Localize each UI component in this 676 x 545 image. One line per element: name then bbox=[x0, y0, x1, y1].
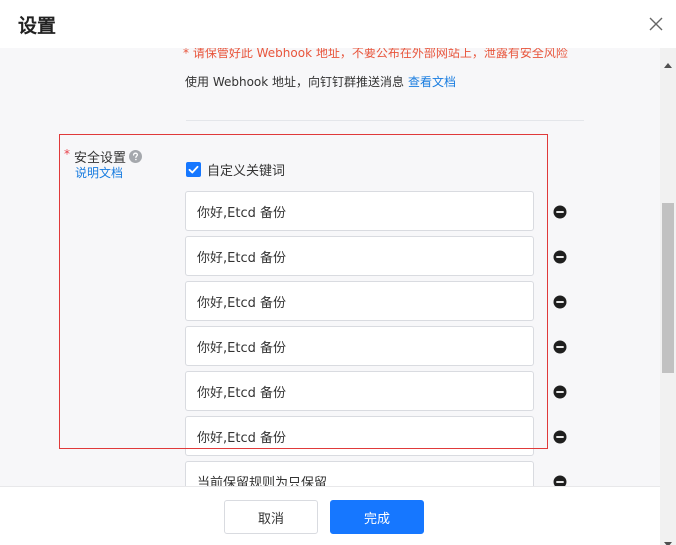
keyword-input[interactable] bbox=[185, 416, 534, 456]
section-divider bbox=[186, 120, 584, 121]
cancel-button[interactable]: 取消 bbox=[224, 500, 318, 534]
view-docs-link[interactable]: 查看文档 bbox=[408, 75, 456, 89]
minus-circle-icon[interactable] bbox=[553, 204, 567, 219]
keyword-row bbox=[185, 326, 585, 366]
required-mark: * bbox=[64, 147, 70, 161]
keyword-row bbox=[185, 191, 585, 231]
settings-form: * 请保管好此 Webhook 地址，不要公布在外部网站上，泄露有安全风险 使用… bbox=[0, 48, 660, 486]
keyword-row bbox=[185, 281, 585, 321]
scrollbar-thumb[interactable] bbox=[662, 203, 674, 373]
keyword-input[interactable] bbox=[185, 371, 534, 411]
webhook-warning: * 请保管好此 Webhook 地址，不要公布在外部网站上，泄露有安全风险 bbox=[183, 48, 568, 60]
security-doc-link[interactable]: 说明文档 bbox=[75, 164, 123, 181]
custom-keyword-checkbox[interactable]: 自定义关键词 bbox=[186, 159, 286, 179]
webhook-hint-text: 使用 Webhook 地址，向钉钉群推送消息 bbox=[185, 75, 405, 89]
dialog-header: 设置 bbox=[0, 0, 676, 48]
question-circle-icon[interactable] bbox=[129, 150, 143, 163]
keyword-input[interactable] bbox=[185, 236, 534, 276]
keyword-row bbox=[185, 461, 585, 486]
close-icon[interactable] bbox=[645, 13, 667, 35]
keyword-row bbox=[185, 371, 585, 411]
keyword-input[interactable] bbox=[185, 461, 534, 486]
scroll-down-arrow-icon[interactable] bbox=[664, 533, 672, 545]
keyword-row bbox=[185, 416, 585, 456]
webhook-hint: 使用 Webhook 地址，向钉钉群推送消息 查看文档 bbox=[185, 73, 456, 90]
minus-circle-icon[interactable] bbox=[553, 384, 567, 399]
minus-circle-icon[interactable] bbox=[553, 339, 567, 354]
done-button[interactable]: 完成 bbox=[330, 500, 424, 534]
keyword-input[interactable] bbox=[185, 281, 534, 321]
dialog-body[interactable]: * 请保管好此 Webhook 地址，不要公布在外部网站上，泄露有安全风险 使用… bbox=[0, 48, 660, 486]
minus-circle-icon[interactable] bbox=[553, 474, 567, 486]
dialog-footer: 取消 完成 bbox=[0, 486, 660, 545]
minus-circle-icon[interactable] bbox=[553, 429, 567, 444]
keyword-row bbox=[185, 236, 585, 276]
keyword-input[interactable] bbox=[185, 191, 534, 231]
minus-circle-icon[interactable] bbox=[553, 249, 567, 264]
vertical-scrollbar[interactable] bbox=[660, 48, 676, 545]
custom-keyword-label: 自定义关键词 bbox=[207, 164, 286, 179]
dialog-title: 设置 bbox=[18, 15, 57, 37]
scroll-up-arrow-icon[interactable] bbox=[664, 53, 672, 68]
keyword-input[interactable] bbox=[185, 326, 534, 366]
minus-circle-icon[interactable] bbox=[553, 294, 567, 309]
checkbox-checked-icon[interactable] bbox=[186, 162, 201, 177]
settings-dialog: 设置 * 请保管好此 Webhook 地址，不要公布在外部网站上，泄露有安全风险… bbox=[0, 0, 676, 545]
